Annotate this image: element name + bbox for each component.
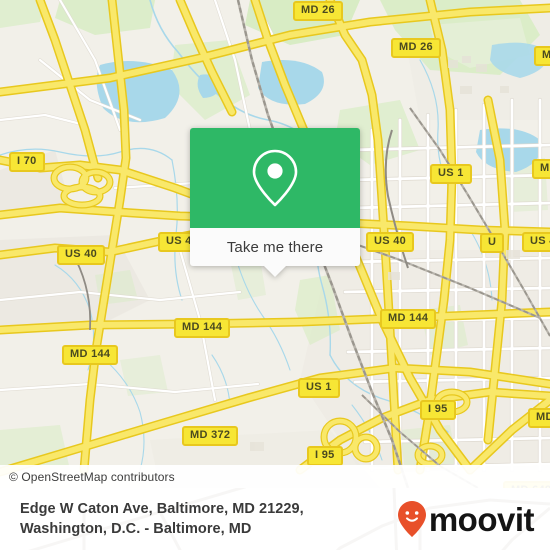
road-shield: US 1 <box>298 378 340 398</box>
road-shield: MD 144 <box>174 318 231 338</box>
footer-content: Edge W Caton Ave, Baltimore, MD 21229, W… <box>0 488 550 550</box>
road-shield: US 40 <box>366 232 415 252</box>
road-shield: U <box>480 233 505 253</box>
take-me-there-label: Take me there <box>226 238 324 256</box>
road-shield: I 70 <box>9 152 45 172</box>
road-shield: I 95 <box>420 400 456 420</box>
footer-bar: Edge W Caton Ave, Baltimore, MD 21229, W… <box>0 488 550 550</box>
osm-attribution: © OpenStreetMap contributors <box>0 465 550 488</box>
location-title: Edge W Caton Ave, Baltimore, MD 21229, W… <box>20 499 304 539</box>
callout-icon-panel <box>190 128 360 228</box>
road-shield: MD 26 <box>293 1 343 21</box>
moovit-wordmark: moovit <box>428 500 535 538</box>
map-pin-icon <box>252 149 298 207</box>
road-shield: I 95 <box>307 446 343 466</box>
location-title-line1: Edge W Caton Ave, Baltimore, MD 21229, <box>20 501 304 517</box>
moovit-smiley-pin-icon <box>397 501 426 537</box>
road-shield: MD 372 <box>182 426 239 446</box>
road-shield: US 40 <box>57 245 106 265</box>
road-shield: MD 26 <box>391 38 441 58</box>
location-title-line2: Washington, D.C. - Baltimore, MD <box>20 521 252 537</box>
road-shield: MD 144 <box>380 309 437 329</box>
callout-cta-panel[interactable]: Take me there <box>190 228 360 277</box>
take-me-there-callout[interactable]: Take me there <box>190 128 360 277</box>
moovit-logo[interactable]: moovit <box>397 500 538 538</box>
osm-attribution-text: © OpenStreetMap contributors <box>9 469 175 484</box>
road-shield: US 1 <box>430 164 472 184</box>
map-share-card: .park { fill:#d8ecc4; } .park2 { fill:#e… <box>0 0 550 550</box>
road-shield: MD <box>534 46 550 66</box>
road-shield: MD <box>528 408 550 428</box>
callout-tail <box>264 266 286 277</box>
road-shield: US 4 <box>522 232 550 252</box>
road-shield: MD 144 <box>62 345 119 365</box>
map-canvas[interactable]: .park { fill:#d8ecc4; } .park2 { fill:#e… <box>0 0 550 488</box>
road-shield: MD <box>532 159 550 179</box>
